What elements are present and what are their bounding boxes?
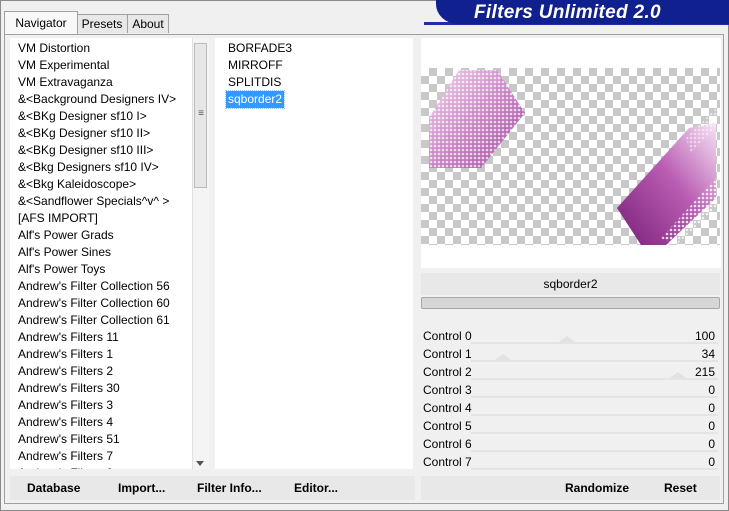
control-slider-track[interactable] — [471, 432, 718, 434]
filter-item[interactable]: SPLITDIS — [226, 74, 283, 91]
category-item[interactable]: Alf's Power Toys — [18, 261, 105, 278]
control-slider-track[interactable] — [471, 468, 718, 470]
preview-area — [421, 38, 721, 268]
control-slider-track[interactable] — [471, 360, 718, 362]
control-label: Control 0 — [423, 329, 472, 343]
category-list[interactable]: VM Distortion VM Experimental VM Extravaga… — [10, 38, 207, 469]
filter-item[interactable]: MIRROFF — [226, 57, 285, 74]
category-item[interactable]: Andrew's Filter Collection 61 — [18, 312, 170, 329]
control-slider-track[interactable] — [471, 342, 718, 344]
category-item[interactable]: Andrew's Filters 2 — [18, 363, 113, 380]
control-row: Control 6 0 — [421, 436, 720, 453]
category-item[interactable]: VM Experimental — [18, 57, 109, 74]
control-label: Control 3 — [423, 383, 472, 397]
filter-info-button[interactable]: Filter Info... — [197, 476, 262, 500]
control-slider-track[interactable] — [471, 378, 718, 380]
control-label: Control 7 — [423, 455, 472, 469]
category-item[interactable]: &<BKg Designer sf10 II> — [18, 125, 150, 142]
controls-panel: Control 0 100 Control 1 34 Control 2 215 Contr… — [421, 328, 721, 472]
category-item[interactable]: Andrew's Filters 4 — [18, 414, 113, 431]
tab-navigator[interactable]: Navigator — [4, 11, 78, 34]
control-label: Control 6 — [423, 437, 472, 451]
editor-button[interactable]: Editor... — [294, 476, 338, 500]
control-label: Control 4 — [423, 401, 472, 415]
filter-list[interactable]: BORFADE3 MIRROFF SPLITDIS sqborder2 — [215, 38, 413, 469]
randomize-button[interactable]: Randomize — [565, 476, 629, 500]
control-label: Control 5 — [423, 419, 472, 433]
preview-shapes — [429, 70, 716, 245]
progress-bar — [421, 297, 720, 309]
category-item[interactable]: &<Sandflower Specials^v^ > — [18, 193, 169, 210]
control-row: Control 1 34 — [421, 346, 720, 363]
control-slider-track[interactable] — [471, 450, 718, 452]
filter-name-display: sqborder2 — [421, 273, 720, 295]
control-label: Control 1 — [423, 347, 472, 361]
filter-item[interactable]: sqborder2 — [224, 90, 286, 109]
control-row: Control 2 215 — [421, 364, 720, 381]
category-item[interactable]: Andrew's Filters 30 — [18, 380, 120, 397]
control-row: Control 3 0 — [421, 382, 720, 399]
category-item[interactable]: Andrew's Filter Collection 60 — [18, 295, 170, 312]
control-value: 0 — [708, 383, 715, 397]
category-item[interactable]: &<Background Designers IV> — [18, 91, 176, 108]
preview-image — [421, 68, 720, 245]
category-item[interactable]: &<BKg Designer sf10 I> — [18, 108, 147, 125]
control-row: Control 4 0 — [421, 400, 720, 417]
category-scrollbar[interactable]: ≡ — [192, 38, 209, 469]
category-item[interactable]: Andrew's Filter Collection 56 — [18, 278, 170, 295]
banner: Filters Unlimited 2.0 — [424, 0, 729, 27]
scrollbar-thumb[interactable]: ≡ — [194, 43, 207, 188]
control-row: Control 5 0 — [421, 418, 720, 435]
banner-title: Filters Unlimited 2.0 — [474, 2, 661, 23]
reset-button[interactable]: Reset — [664, 476, 697, 500]
control-value: 215 — [694, 365, 715, 379]
category-item[interactable]: Andrew's Filters 11 — [18, 329, 119, 346]
control-slider-track[interactable] — [471, 396, 718, 398]
control-value: 34 — [701, 347, 715, 361]
category-item[interactable]: Alf's Power Grads — [18, 227, 114, 244]
category-item[interactable]: Andrew's Filters 8 — [18, 465, 113, 469]
tab-about[interactable]: About — [127, 14, 169, 33]
category-item[interactable]: Andrew's Filters 1 — [18, 346, 113, 363]
control-slider-thumb[interactable] — [495, 354, 512, 360]
left-button-bar: Database Import... Filter Info... Editor… — [10, 476, 415, 500]
control-value: 0 — [708, 455, 715, 469]
category-item[interactable]: Andrew's Filters 7 — [18, 448, 113, 465]
import-button[interactable]: Import... — [118, 476, 165, 500]
control-label: Control 2 — [423, 365, 472, 379]
filter-item[interactable]: BORFADE3 — [226, 40, 294, 57]
database-button[interactable]: Database — [27, 476, 80, 500]
control-value: 0 — [708, 401, 715, 415]
category-item[interactable]: VM Distortion — [18, 40, 90, 57]
control-value: 0 — [708, 437, 715, 451]
control-slider-thumb[interactable] — [670, 372, 687, 378]
category-item[interactable]: &<BKg Designer sf10 III> — [18, 142, 153, 159]
category-item[interactable]: VM Extravaganza — [18, 74, 113, 91]
category-item[interactable]: &<Bkg Kaleidoscope> — [18, 176, 136, 193]
scroll-down-arrow-icon[interactable] — [196, 461, 204, 466]
grip-icon: ≡ — [198, 108, 204, 119]
control-row: Control 7 0 — [421, 454, 720, 471]
tab-presets[interactable]: Presets — [76, 14, 128, 33]
category-item[interactable]: Alf's Power Sines — [18, 244, 111, 261]
control-slider-track[interactable] — [471, 414, 718, 416]
control-row: Control 0 100 — [421, 328, 720, 345]
control-slider-thumb[interactable] — [559, 336, 576, 342]
category-item[interactable]: Andrew's Filters 51 — [18, 431, 120, 448]
category-item[interactable]: Andrew's Filters 3 — [18, 397, 113, 414]
category-item[interactable]: &<Bkg Designers sf10 IV> — [18, 159, 159, 176]
control-value: 100 — [694, 329, 715, 343]
right-button-bar: Randomize Reset — [421, 476, 720, 500]
control-value: 0 — [708, 419, 715, 433]
category-item[interactable]: [AFS IMPORT] — [18, 210, 98, 227]
